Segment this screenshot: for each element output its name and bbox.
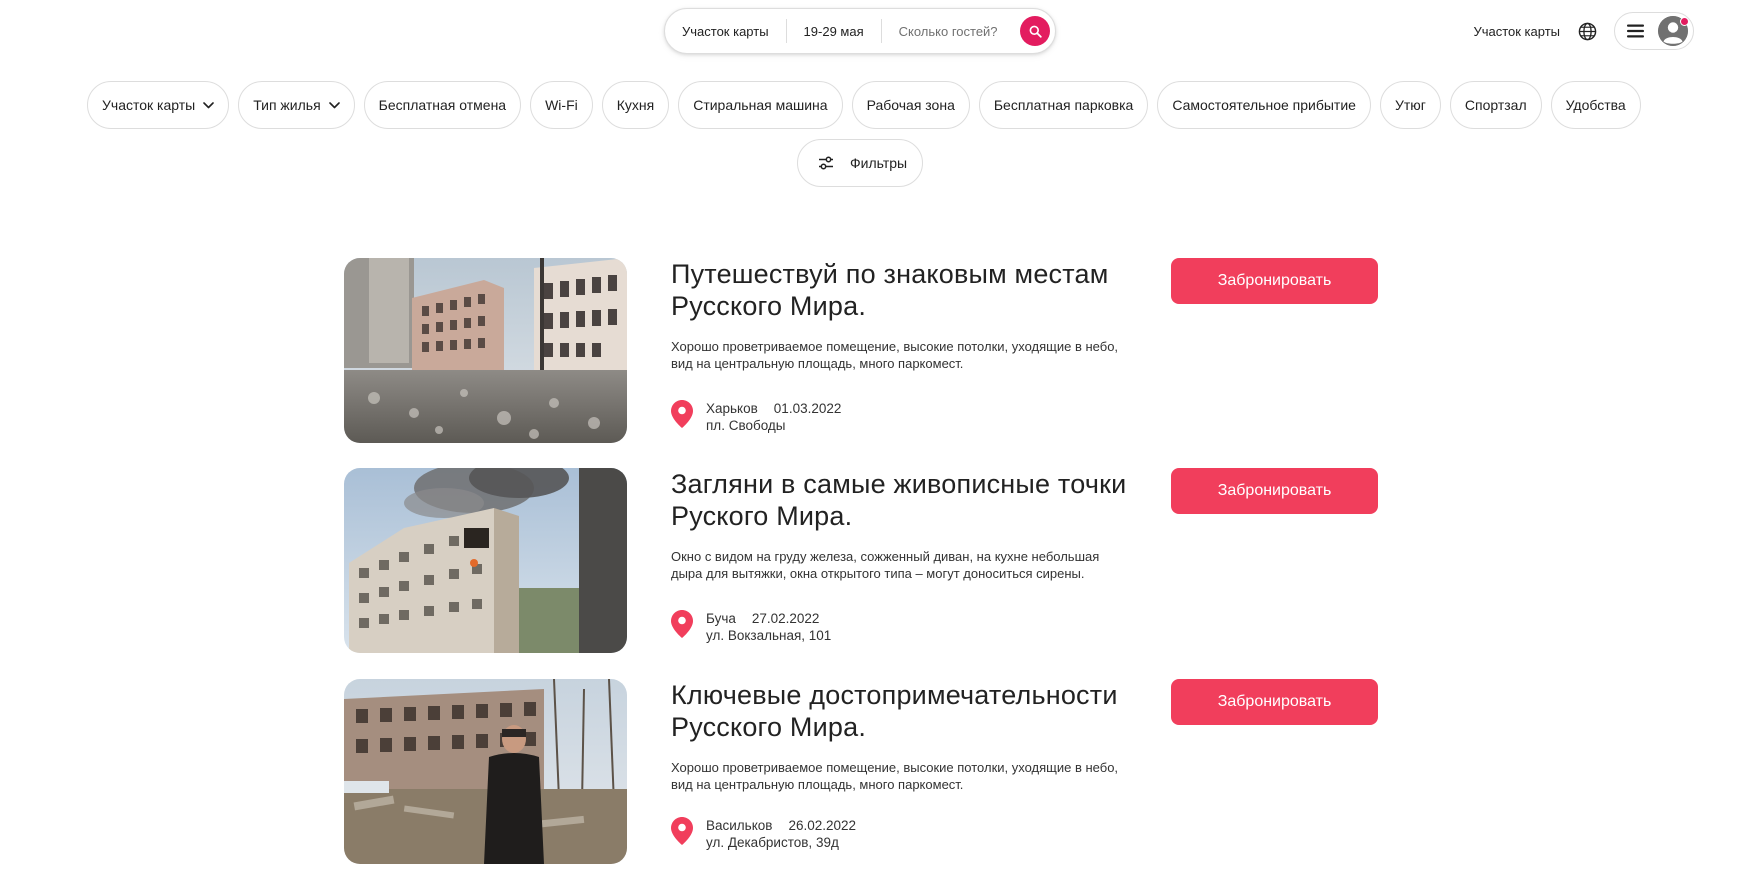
map-pin-icon xyxy=(671,610,693,638)
listing-description: Хорошо проветриваемое помещение, высокие… xyxy=(671,760,1119,792)
listing-location: Харьков 01.03.2022 пл. Свободы xyxy=(671,400,1141,434)
chip-gym[interactable]: Спортзал xyxy=(1449,81,1542,129)
globe-icon[interactable] xyxy=(1576,20,1598,42)
listing-city: Васильков xyxy=(706,818,773,833)
notification-dot xyxy=(1680,17,1689,26)
search-icon xyxy=(1029,25,1042,38)
listing-location: Васильков 26.02.2022 ул. Декабристов, 39д xyxy=(671,817,1141,851)
chip-wifi[interactable]: Wi-Fi xyxy=(530,81,593,129)
book-button[interactable]: Забронировать xyxy=(1171,468,1378,514)
chip-washer[interactable]: Стиральная машина xyxy=(678,81,843,129)
listing-card: Путешествуй по знаковым местам Русского … xyxy=(344,258,1378,444)
listing-date: 26.02.2022 xyxy=(788,818,857,833)
listing-title[interactable]: Путешествуй по знаковым местам Русского … xyxy=(671,258,1141,322)
listing-location: Буча 27.02.2022 ул. Вокзальная, 101 xyxy=(671,610,1141,644)
book-button[interactable]: Забронировать xyxy=(1171,679,1378,725)
listing-city: Буча xyxy=(706,611,736,626)
host-link[interactable]: Участок карты xyxy=(1473,24,1560,39)
listing-description: Окно с видом на груду железа, сожженный … xyxy=(671,549,1100,581)
listing-title[interactable]: Ключевые достопримечательности Русского … xyxy=(671,679,1141,743)
listing-card: Ключевые достопримечательности Русского … xyxy=(344,679,1378,865)
listing-description: Хорошо проветриваемое помещение, высокие… xyxy=(671,339,1119,371)
filters-button[interactable]: Фильтры xyxy=(797,139,924,187)
chip-workspace[interactable]: Рабочая зона xyxy=(851,81,970,129)
chip-free-cancellation[interactable]: Бесплатная отмена xyxy=(363,81,522,129)
listing-address: ул. Вокзальная, 101 xyxy=(706,628,832,643)
search-location[interactable]: Участок карты xyxy=(682,24,769,39)
search-button[interactable] xyxy=(1020,16,1050,46)
search-guests[interactable]: Сколько гостей? xyxy=(899,24,1020,39)
chip-kitchen[interactable]: Кухня xyxy=(601,81,670,129)
search-bar[interactable]: Участок карты 19-29 мая Сколько гостей? xyxy=(664,8,1056,54)
sliders-icon xyxy=(818,156,834,170)
search-dates[interactable]: 19-29 мая xyxy=(804,24,864,39)
listing-address: пл. Свободы xyxy=(706,418,786,433)
user-menu-button[interactable] xyxy=(1614,12,1694,50)
listing-city: Харьков xyxy=(706,401,758,416)
search-divider xyxy=(785,19,787,43)
chip-map-area[interactable]: Участок карты xyxy=(87,81,230,129)
listing-date: 01.03.2022 xyxy=(773,401,842,416)
book-button[interactable]: Забронировать xyxy=(1171,258,1378,304)
chip-iron[interactable]: Утюг xyxy=(1379,81,1441,129)
menu-icon xyxy=(1627,24,1644,38)
chip-housing-type[interactable]: Тип жилья xyxy=(238,81,355,129)
filters-label: Фильтры xyxy=(850,155,908,171)
listing-photo[interactable] xyxy=(344,679,627,864)
listing-address: ул. Декабристов, 39д xyxy=(706,835,839,850)
search-divider xyxy=(880,19,882,43)
listing-body: Загляни в самые живописные точки Руского… xyxy=(671,468,1141,644)
chip-amenities[interactable]: Удобства xyxy=(1550,81,1641,129)
listing-body: Путешествуй по знаковым местам Русского … xyxy=(671,258,1141,434)
chip-label: Тип жилья xyxy=(253,97,321,113)
listing-photo[interactable] xyxy=(344,468,627,653)
map-pin-icon xyxy=(671,400,693,428)
chip-label: Участок карты xyxy=(102,97,196,113)
chip-free-parking[interactable]: Бесплатная парковка xyxy=(978,81,1149,129)
listing-date: 27.02.2022 xyxy=(751,611,820,626)
listing-photo[interactable] xyxy=(344,258,627,443)
header-actions: Участок карты xyxy=(1473,12,1694,50)
filter-chips: Участок карты Тип жилья Бесплатная отмен… xyxy=(87,81,1641,129)
listing-title[interactable]: Загляни в самые живописные точки Руского… xyxy=(671,468,1141,532)
map-pin-icon xyxy=(671,817,693,845)
listing-body: Ключевые достопримечательности Русского … xyxy=(671,679,1141,851)
chevron-down-icon xyxy=(328,101,340,109)
chevron-down-icon xyxy=(203,101,215,109)
chip-self-checkin[interactable]: Самостоятельное прибытие xyxy=(1157,81,1371,129)
listing-card: Загляни в самые живописные точки Руского… xyxy=(344,468,1378,654)
